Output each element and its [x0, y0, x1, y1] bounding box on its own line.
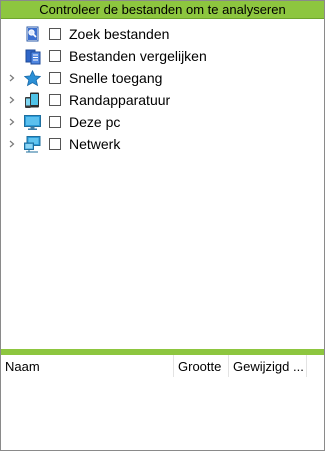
chevron-right-icon[interactable] [8, 140, 16, 148]
compare-files-icon [25, 49, 41, 65]
tree-item-search-files[interactable]: Zoek bestanden [1, 23, 324, 45]
tree-item-label: Deze pc [69, 114, 121, 130]
star-icon [24, 70, 41, 87]
folder-tree: Zoek bestanden Bestanden vergelijken Sne… [1, 19, 324, 349]
tree-item-network[interactable]: Netwerk [1, 133, 324, 155]
tree-item-quick-access[interactable]: Snelle toegang [1, 67, 324, 89]
tree-item-label: Snelle toegang [69, 70, 163, 86]
panel-title: Controleer de bestanden om te analyseren [1, 1, 324, 19]
column-header-name[interactable]: Naam [1, 355, 173, 377]
tree-item-checkbox[interactable] [49, 50, 61, 62]
column-header-modified[interactable]: Gewijzigd ... [229, 355, 306, 377]
tree-item-label: Netwerk [69, 136, 121, 152]
tree-item-this-pc[interactable]: Deze pc [1, 111, 324, 133]
tree-item-compare-files[interactable]: Bestanden vergelijken [1, 45, 324, 67]
network-icon [24, 136, 41, 153]
file-list-header: Naam Grootte Gewijzigd ... [1, 355, 307, 377]
chevron-right-icon[interactable] [8, 74, 16, 82]
computer-icon [24, 115, 41, 130]
file-analysis-panel: Controleer de bestanden om te analyseren… [0, 0, 325, 451]
column-header-size[interactable]: Grootte [174, 355, 228, 377]
tree-item-label: Randapparatuur [69, 92, 171, 108]
tree-item-checkbox[interactable] [49, 138, 61, 150]
tree-item-label: Zoek bestanden [69, 26, 170, 42]
devices-icon [25, 92, 39, 108]
tree-item-checkbox[interactable] [49, 94, 61, 106]
tree-item-peripherals[interactable]: Randapparatuur [1, 89, 324, 111]
tree-item-checkbox[interactable] [49, 28, 61, 40]
tree-item-label: Bestanden vergelijken [69, 48, 207, 64]
chevron-right-icon[interactable] [8, 96, 16, 104]
chevron-right-icon[interactable] [8, 118, 16, 126]
tree-item-checkbox[interactable] [49, 72, 61, 84]
file-list: Naam Grootte Gewijzigd ... [1, 355, 324, 450]
tree-item-checkbox[interactable] [49, 116, 61, 128]
search-files-icon [26, 26, 39, 42]
